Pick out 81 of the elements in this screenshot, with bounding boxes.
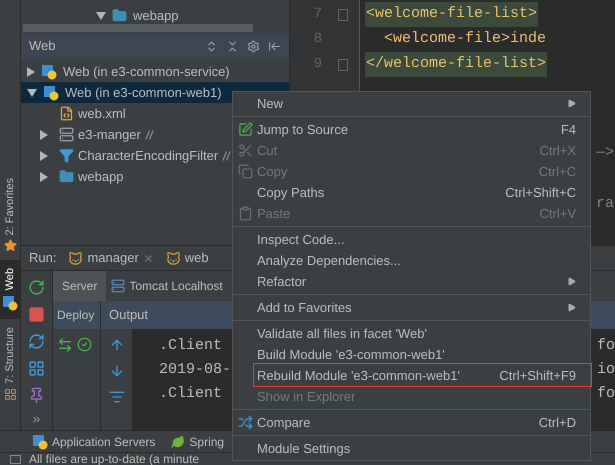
tree-item[interactable]: webapp [133,6,179,26]
stop-icon[interactable] [28,306,45,323]
collapsed-arrow-icon[interactable] [40,150,48,160]
status-icon [10,454,21,464]
up-icon[interactable] [108,337,124,353]
filter-icon [59,148,74,163]
side-tab[interactable]: 2: Favorites [0,170,20,260]
console-text: .Client [158,336,222,356]
menu-item[interactable]: Analyze Dependencies... [233,250,590,271]
menu-item[interactable]: Copy Paths Ctrl+Shift+C [233,182,590,203]
check-icon [77,337,92,352]
server-tab[interactable]: Server [53,271,106,301]
tool-window-tab[interactable]: Application Servers [32,432,156,450]
menu-item[interactable]: Build Module 'e3-common-web1' [233,344,590,365]
panel-title: Web [29,37,56,56]
cat-icon [68,250,84,266]
down-icon[interactable] [108,363,124,379]
paste-icon [238,206,252,221]
console-text: fo [596,336,615,356]
tree-item-label: webapp [78,168,124,186]
console-text: 2019-08- [158,360,232,380]
fold-icon[interactable] [338,8,348,20]
rerun-icon[interactable] [28,279,45,296]
run-label: Run: [29,249,56,268]
structure-icon [4,388,16,401]
collapsed-arrow-icon[interactable] [40,172,48,182]
deploy-icon[interactable] [57,337,73,353]
submenu-arrow-icon [567,303,576,312]
collapsed-arrow-icon[interactable] [40,130,48,140]
hide-icon[interactable] [268,40,281,52]
cut-icon [238,143,252,158]
leaf-icon [171,434,186,448]
menu-item[interactable]: Refactor [233,271,590,292]
xml-file-icon [59,106,74,121]
layout-icon[interactable] [28,360,45,377]
tool-window-tab[interactable]: Spring [171,432,224,450]
menu-item[interactable]: Module Settings [233,438,590,459]
console-text: io [596,360,615,380]
scrollbar[interactable] [23,24,253,32]
star-icon [4,239,16,252]
server-tab[interactable]: Tomcat Localhost [106,271,228,301]
web-facet-icon [41,64,57,80]
tree-item-label: Web (in e3-common-web1) [65,84,222,102]
settings-icon[interactable] [247,40,260,52]
soft-wrap-icon[interactable] [108,389,124,405]
server-icon [111,279,126,293]
code-fragment: —> [596,143,614,163]
web-facet-icon [43,84,59,100]
tree-item-label: CharacterEncodingFilter [78,146,218,165]
compare-icon [238,415,252,430]
run-tab[interactable]: web [166,248,209,268]
tree-item-label: web.xml [78,104,126,123]
edit-icon [238,122,252,137]
menu-item[interactable]: Add to Favorites [233,297,590,318]
folder-icon [59,169,74,184]
tree-item-label: e3-manger [78,126,141,144]
server-icon [59,127,74,142]
submenu-arrow-icon [567,99,576,108]
menu-item[interactable]: Jump to Source F4 [233,119,590,140]
menu-item[interactable]: Rebuild Module 'e3-common-web1' Ctrl+Shift+F9 [233,365,590,386]
fold-icon[interactable] [338,58,348,70]
column-header: Deploy [53,301,100,329]
console-text: .Client [158,384,222,404]
submenu-arrow-icon [567,277,576,286]
update-icon[interactable] [28,333,45,350]
web-facet-icon [2,294,18,311]
menu-item[interactable]: Inspect Code... [233,229,590,250]
side-tab[interactable]: 7: Structure [0,318,20,409]
copy-icon [238,164,252,179]
run-tab[interactable]: manager [68,248,154,268]
console-text: fo [596,384,615,404]
tree-item-label: Web (in e3-common-service) [63,62,230,81]
menu-item[interactable]: Compare Ctrl+D [233,412,590,433]
close-icon[interactable] [142,252,154,264]
side-tab[interactable]: Web [0,260,20,319]
more-icon[interactable] [31,414,42,425]
server-icon [32,434,48,450]
pin-icon[interactable] [28,387,45,404]
cat-icon [166,250,181,266]
folder-icon [112,8,127,24]
code-fragment: ra [596,194,614,214]
